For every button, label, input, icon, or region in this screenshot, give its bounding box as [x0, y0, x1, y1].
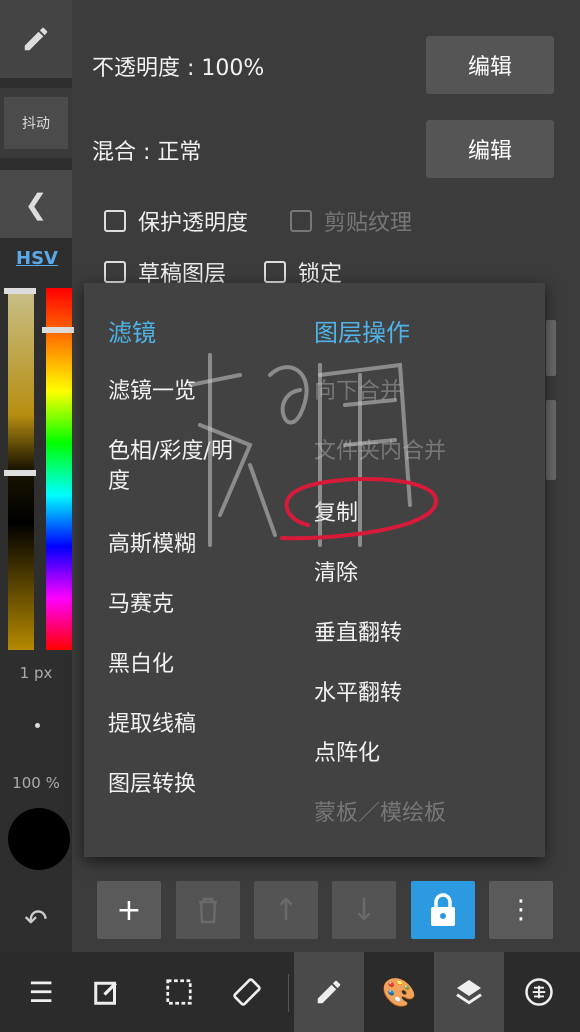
- palette-icon: 🎨: [381, 975, 417, 1009]
- blend-label: 混合 : 正常: [92, 140, 202, 165]
- rotate-screen-icon: [233, 978, 261, 1006]
- selection-button[interactable]: [144, 952, 214, 1032]
- add-layer-button[interactable]: +: [97, 881, 161, 939]
- delete-layer-button[interactable]: [176, 881, 240, 939]
- bottom-navigation: ☰ 🎨: [0, 952, 580, 1032]
- layers-button[interactable]: [434, 952, 504, 1032]
- tool-sidebar: 抖动 ❮ HSV 1 px 100 % ↶: [0, 0, 74, 952]
- chevron-left-icon: ❮: [24, 187, 48, 221]
- lock-icon: [431, 893, 455, 926]
- main-menu-button[interactable]: ☰: [6, 952, 76, 1032]
- edit-square-icon: [94, 981, 117, 1005]
- arrow-up-icon: ↑: [273, 892, 299, 928]
- opacity-label: 不透明度 : 100%: [92, 56, 265, 81]
- menu-item-filter-list[interactable]: 滤镜一览: [108, 377, 196, 407]
- menu-item-clear[interactable]: 清除: [314, 559, 358, 589]
- trash-icon: [199, 897, 217, 924]
- color-mode-toggle[interactable]: HSV: [16, 248, 58, 269]
- opacity-edit-button[interactable]: 编辑: [426, 36, 554, 94]
- arrow-down-icon: ↓: [351, 892, 377, 928]
- protect-alpha-checkbox[interactable]: 保护透明度: [104, 205, 248, 237]
- plus-icon: +: [116, 892, 142, 928]
- materials-button[interactable]: [504, 952, 574, 1032]
- layer-ops-header: 图层操作: [314, 319, 410, 347]
- brush-tab[interactable]: 抖动: [0, 88, 72, 158]
- panel-scrollbar[interactable]: [546, 320, 556, 376]
- brush-tab-label: 抖动: [4, 97, 68, 149]
- edit-button[interactable]: [72, 952, 142, 1032]
- brush-preview: [35, 723, 40, 728]
- layer-menu-popup: 滤镜 图层操作 滤镜一览 色相/彩度/明 度 高斯模糊 马赛克 黑白化 提取线稿…: [84, 283, 545, 857]
- rotate-canvas-button[interactable]: [212, 952, 282, 1032]
- checkbox-box: [290, 210, 312, 232]
- more-options-button[interactable]: ⋮: [489, 881, 553, 939]
- protect-alpha-label: 保护透明度: [138, 211, 249, 236]
- move-layer-up-button[interactable]: ↑: [254, 881, 318, 939]
- move-layer-down-button[interactable]: ↓: [332, 881, 396, 939]
- checkbox-box: [104, 261, 126, 283]
- pen-tool-button[interactable]: [0, 0, 72, 78]
- lock-layer-button[interactable]: [411, 881, 475, 939]
- hamburger-menu-icon: ☰: [28, 975, 54, 1009]
- menu-item-merge-down[interactable]: 向下合并: [314, 377, 402, 407]
- current-color-swatch[interactable]: [8, 808, 70, 870]
- hue-slider-handle[interactable]: [42, 327, 74, 333]
- layers-icon: [456, 980, 482, 1005]
- panel-scrollbar-lower[interactable]: [546, 400, 556, 480]
- clipping-checkbox[interactable]: 剪贴纹理: [290, 205, 412, 237]
- menu-item-flip-horizontal[interactable]: 水平翻转: [314, 679, 402, 709]
- value-slider[interactable]: [8, 288, 34, 650]
- nav-divider: [288, 974, 289, 1012]
- menu-item-rasterize[interactable]: 点阵化: [314, 739, 380, 769]
- pencil-icon: [24, 27, 48, 51]
- menu-item-monochrome[interactable]: 黑白化: [108, 650, 174, 680]
- checkbox-box: [104, 210, 126, 232]
- red-circle-annotation: [280, 477, 439, 541]
- more-vertical-icon: ⋮: [508, 895, 534, 925]
- brush-size-label: 1 px: [19, 664, 53, 682]
- slider-handle[interactable]: [4, 470, 36, 476]
- menu-item-gaussian-blur[interactable]: 高斯模糊: [108, 530, 196, 560]
- grid-circle-icon: [525, 978, 553, 1006]
- brush-nav-button[interactable]: [294, 952, 364, 1032]
- hue-slider[interactable]: [46, 288, 72, 650]
- clipping-label: 剪贴纹理: [324, 211, 413, 236]
- pencil-icon: [317, 980, 341, 1004]
- collapse-button[interactable]: ❮: [0, 170, 72, 238]
- brush-opacity-label: 100 %: [12, 774, 60, 792]
- color-palette-button[interactable]: 🎨: [364, 952, 434, 1032]
- menu-item-mosaic[interactable]: 马赛克: [108, 590, 174, 620]
- undo-icon: ↶: [24, 902, 48, 936]
- menu-item-extract-lineart[interactable]: 提取线稿: [108, 710, 196, 740]
- menu-item-flip-vertical[interactable]: 垂直翻转: [314, 619, 402, 649]
- slider-handle[interactable]: [4, 288, 36, 294]
- blend-edit-button[interactable]: 编辑: [426, 120, 554, 178]
- menu-item-layer-convert[interactable]: 图层转换: [108, 770, 196, 800]
- menu-item-hue-saturation[interactable]: 色相/彩度/明 度: [108, 437, 288, 497]
- menu-item-merge-folder[interactable]: 文件夹内合并: [314, 437, 446, 467]
- menu-item-mask-stencil[interactable]: 蒙板／模绘板: [314, 799, 446, 829]
- checkbox-box: [264, 261, 286, 283]
- undo-button[interactable]: ↶: [0, 888, 72, 950]
- filters-header: 滤镜: [108, 319, 156, 347]
- selection-marquee-icon: [166, 979, 192, 1005]
